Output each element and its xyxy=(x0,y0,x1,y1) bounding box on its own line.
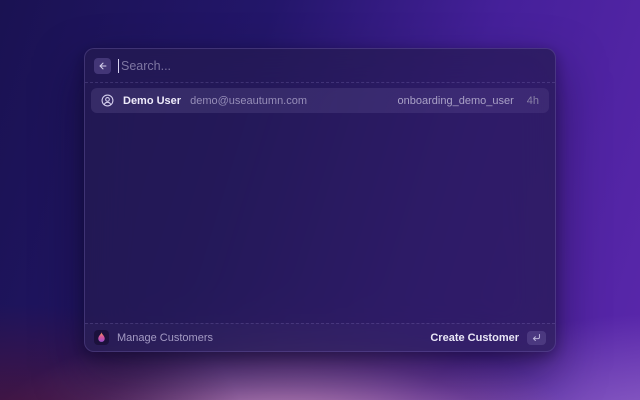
search-input[interactable] xyxy=(118,49,546,82)
customer-email: demo@useautumn.com xyxy=(190,94,308,107)
search-bar xyxy=(85,49,555,83)
user-circle-icon xyxy=(101,94,114,107)
flame-icon xyxy=(94,330,109,345)
enter-return-icon xyxy=(532,333,541,342)
customer-row[interactable]: Demo User demo@useautumn.com onboarding_… xyxy=(91,88,549,113)
customer-name: Demo User xyxy=(123,94,182,107)
create-customer-label: Create Customer xyxy=(430,331,519,344)
enter-key-hint xyxy=(527,330,546,345)
desktop-background: Demo User demo@useautumn.com onboarding_… xyxy=(0,0,640,400)
text-cursor xyxy=(118,59,119,73)
footer-bar: Manage Customers Create Customer xyxy=(85,323,555,351)
back-button[interactable] xyxy=(94,57,111,74)
create-customer-button[interactable]: Create Customer xyxy=(430,330,546,345)
arrow-left-icon xyxy=(99,62,106,69)
footer-context-label: Manage Customers xyxy=(117,331,213,344)
search-input-wrap xyxy=(118,49,546,82)
customer-search-palette: Demo User demo@useautumn.com onboarding_… xyxy=(84,48,556,352)
customer-age: 4h xyxy=(526,94,539,107)
customer-id: onboarding_demo_user xyxy=(397,94,514,107)
results-list: Demo User demo@useautumn.com onboarding_… xyxy=(85,83,555,323)
